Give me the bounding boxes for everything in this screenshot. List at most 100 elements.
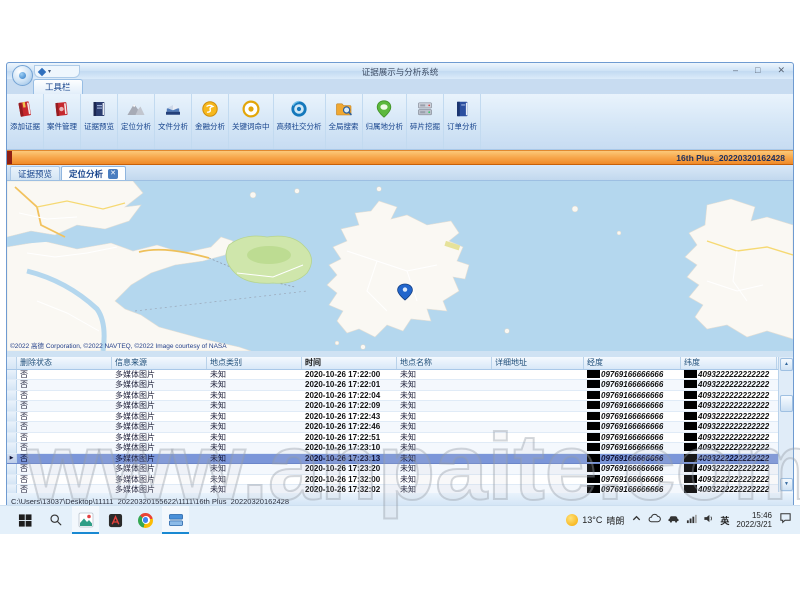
app-menu-orb[interactable]: [12, 65, 33, 86]
windows-logo-icon: [18, 513, 33, 528]
table-cell: 未知: [397, 485, 492, 493]
volume-icon[interactable]: [703, 511, 714, 529]
table-cell: 09769166666666: [584, 454, 681, 463]
table-cell: 未知: [397, 422, 492, 431]
toolbar-button-global-search[interactable]: 全局搜索: [326, 94, 363, 149]
network-icon[interactable]: [686, 511, 697, 529]
table-cell: 4093222222222222: [681, 485, 777, 493]
ribbon-tab-toolbar[interactable]: 工具栏: [33, 79, 83, 94]
toolbar-button-social-analysis[interactable]: 高频社交分析: [274, 94, 326, 149]
map-view[interactable]: ©2022 高德 Corporation, ©2022 NAVTEQ, ©202…: [7, 180, 793, 351]
toolbar-button-label: 金融分析: [195, 122, 225, 132]
column-header-7[interactable]: 纬度: [681, 357, 777, 369]
toolbar-button-label: 碎片挖掘: [410, 122, 440, 132]
redaction-box: [684, 433, 697, 441]
column-header-0[interactable]: 删除状态: [17, 357, 112, 369]
scroll-up-icon[interactable]: ▲: [780, 358, 793, 371]
toolbar-button-keyword-hit[interactable]: 关键词命中: [229, 94, 274, 149]
table-row[interactable]: 否多媒体图片未知2020-10-26 17:22:51未知09769166666…: [7, 433, 793, 443]
redaction-box: [684, 391, 697, 399]
cloud-icon[interactable]: [648, 511, 661, 529]
table-row[interactable]: 否多媒体图片未知2020-10-26 17:32:00未知09769166666…: [7, 475, 793, 485]
taskbar-app-evidence[interactable]: [72, 506, 99, 534]
table-cell: 09769166666666: [584, 391, 681, 400]
table-cell: 多媒体图片: [112, 433, 207, 442]
table-row[interactable]: 否多媒体图片未知2020-10-26 17:32:02未知09769166666…: [7, 485, 793, 493]
table-row[interactable]: ▶否多媒体图片未知2020-10-26 17:23:13未知0976916666…: [7, 454, 793, 464]
toolbar-button-file-analysis[interactable]: 文件分析: [155, 94, 192, 149]
doc-tab-0[interactable]: 证据预览: [10, 166, 60, 180]
taskbar-app-acrobat[interactable]: [102, 506, 129, 534]
toolbar-button-order-analysis[interactable]: 订单分析: [444, 94, 481, 149]
column-header-6[interactable]: 经度: [584, 357, 681, 369]
redaction-box: [684, 485, 697, 493]
attribution-analysis-icon: [374, 96, 394, 122]
search-button[interactable]: [42, 506, 69, 534]
close-button[interactable]: ✕: [777, 65, 785, 76]
maximize-button[interactable]: □: [755, 65, 760, 76]
toolbar-button-fragment-mining[interactable]: 碎片挖掘: [407, 94, 444, 149]
start-button[interactable]: [12, 506, 39, 534]
toolbar-button-attribution-analysis[interactable]: 归属地分析: [363, 94, 408, 149]
table-cell: 未知: [207, 443, 302, 452]
column-header-5[interactable]: 详细地址: [492, 357, 584, 369]
toolbar-button-case-management[interactable]: 案件管理: [44, 94, 81, 149]
table-row[interactable]: 否多媒体图片未知2020-10-26 17:22:09未知09769166666…: [7, 401, 793, 411]
table-cell: 4093222222222222: [681, 380, 777, 389]
redaction-box: [684, 412, 697, 420]
table-cell: 09769166666666: [584, 485, 681, 493]
toolbar-button-add-evidence[interactable]: 添加证据: [7, 94, 44, 149]
redaction-box: [684, 443, 697, 451]
row-selector-cell: [7, 391, 17, 400]
tab-close-icon[interactable]: ✕: [108, 169, 118, 179]
row-selector-cell: [7, 370, 17, 379]
toolbar-button-evidence-preview[interactable]: 证据预览: [81, 94, 118, 149]
toolbar-button-location-analysis[interactable]: 定位分析: [118, 94, 155, 149]
taskbar-app-stack[interactable]: [162, 506, 189, 534]
table-cell: 2020-10-26 17:22:46: [302, 422, 397, 431]
table-cell: 否: [17, 401, 112, 410]
column-header-4[interactable]: 地点名称: [397, 357, 492, 369]
table-cell: 未知: [397, 412, 492, 421]
table-row[interactable]: 否多媒体图片未知2020-10-26 17:22:04未知09769166666…: [7, 391, 793, 401]
table-cell: 未知: [207, 380, 302, 389]
scrollbar-thumb[interactable]: [780, 395, 793, 412]
redaction-box: [684, 380, 697, 388]
sun-icon: [566, 514, 578, 526]
action-center-icon[interactable]: [779, 511, 792, 529]
table-row[interactable]: 否多媒体图片未知2020-10-26 17:22:01未知09769166666…: [7, 380, 793, 390]
table-cell: [492, 443, 584, 452]
toolbar-button-label: 全局搜索: [329, 122, 359, 132]
column-header-3[interactable]: 时间: [302, 357, 397, 369]
column-header-2[interactable]: 地点类别: [207, 357, 302, 369]
doc-tab-1[interactable]: 定位分析✕: [61, 166, 126, 180]
ime-indicator[interactable]: 英: [720, 514, 729, 527]
table-row[interactable]: 否多媒体图片未知2020-10-26 17:23:20未知09769166666…: [7, 464, 793, 474]
toolbar-button-finance-analysis[interactable]: 金融分析: [192, 94, 229, 149]
table-cell: 多媒体图片: [112, 485, 207, 493]
minimize-button[interactable]: –: [733, 65, 738, 76]
global-search-icon: [334, 96, 354, 122]
scroll-down-icon[interactable]: ▼: [780, 478, 793, 491]
table-cell: 未知: [207, 464, 302, 473]
redaction-box: [587, 464, 600, 472]
table-row[interactable]: 否多媒体图片未知2020-10-26 17:22:46未知09769166666…: [7, 422, 793, 432]
photo-map-icon: [78, 512, 94, 528]
taskbar-weather[interactable]: 13°C 晴朗: [566, 514, 624, 527]
table-row[interactable]: 否多媒体图片未知2020-10-26 17:22:43未知09769166666…: [7, 412, 793, 422]
table-cell: 2020-10-26 17:32:02: [302, 485, 397, 493]
table-row[interactable]: 否多媒体图片未知2020-10-26 17:22:00未知09769166666…: [7, 370, 793, 380]
redaction-box: [684, 370, 697, 378]
column-header-1[interactable]: 信息来源: [112, 357, 207, 369]
taskbar-app-chrome[interactable]: [132, 506, 159, 534]
orb-icon: [19, 72, 26, 79]
table-cell: 多媒体图片: [112, 370, 207, 379]
redaction-box: [587, 380, 600, 388]
table-row[interactable]: 否多媒体图片未知2020-10-26 17:23:10未知09769166666…: [7, 443, 793, 453]
taskbar-clock[interactable]: 15:46 2022/3/21: [736, 511, 772, 529]
vertical-scrollbar[interactable]: ▲ ▼: [778, 357, 793, 492]
car-icon[interactable]: [667, 511, 680, 529]
redaction-box: [587, 485, 600, 493]
chevron-up-icon[interactable]: [631, 511, 642, 529]
table-cell: 未知: [207, 433, 302, 442]
